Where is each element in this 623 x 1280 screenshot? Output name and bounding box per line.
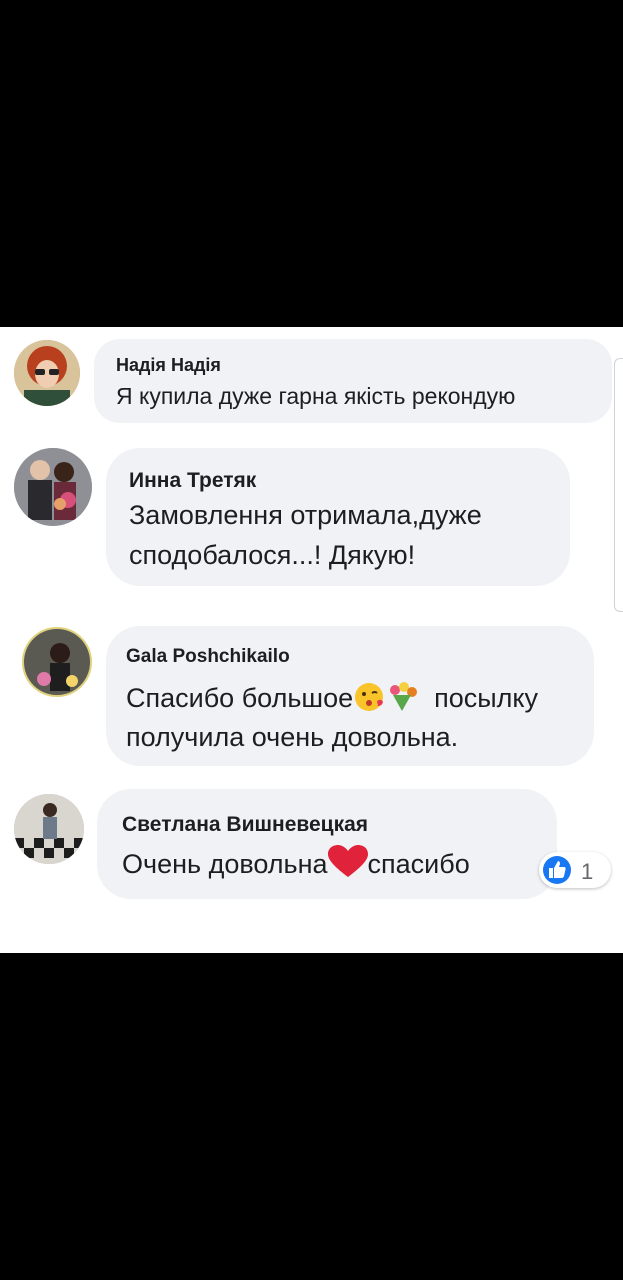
reaction-count: 1	[581, 859, 594, 884]
comment-author[interactable]: Инна Третяк	[129, 469, 256, 493]
comment-author[interactable]: Светлана Вишневецкая	[122, 813, 368, 837]
comment-text: Очень довольна спасибо	[122, 845, 470, 886]
red-heart-emoji-icon	[327, 845, 368, 886]
avatar-checkered-floor-icon	[14, 794, 84, 864]
comment-text: получила очень довольна.	[126, 722, 459, 752]
avatar-woman-flowers-icon	[24, 629, 90, 695]
comment-text-part: посылку	[434, 683, 539, 713]
bouquet-emoji-icon	[385, 681, 419, 720]
comment-bubble[interactable]	[94, 339, 612, 423]
like-icon	[543, 856, 571, 884]
comment-text: сподобалося...! Дякую!	[129, 540, 416, 570]
comment-text-part: Спасибо большое	[126, 683, 354, 713]
avatar[interactable]	[14, 340, 80, 406]
reaction-summary[interactable]: 1	[539, 852, 611, 888]
scrollbar[interactable]	[614, 358, 623, 612]
comment-text-part: Очень довольна	[122, 849, 328, 879]
kiss-face-emoji-icon	[353, 681, 385, 720]
comment-text: Спасибо большое посылку	[126, 681, 538, 720]
avatar-couple-flowers-icon	[14, 448, 92, 526]
avatar[interactable]	[14, 448, 92, 526]
comment-text: Замовлення отримала,дуже	[129, 500, 482, 530]
comment-text: Я купила дуже гарна якість рекондую	[116, 383, 516, 409]
avatar[interactable]	[14, 794, 84, 864]
comment-author[interactable]: Надія Надія	[116, 355, 221, 376]
comment-text-part: спасибо	[367, 849, 470, 879]
comment-author[interactable]: Gala Poshchikailo	[126, 646, 290, 668]
avatar-woman-glasses-icon	[14, 340, 80, 406]
avatar[interactable]	[22, 627, 92, 697]
